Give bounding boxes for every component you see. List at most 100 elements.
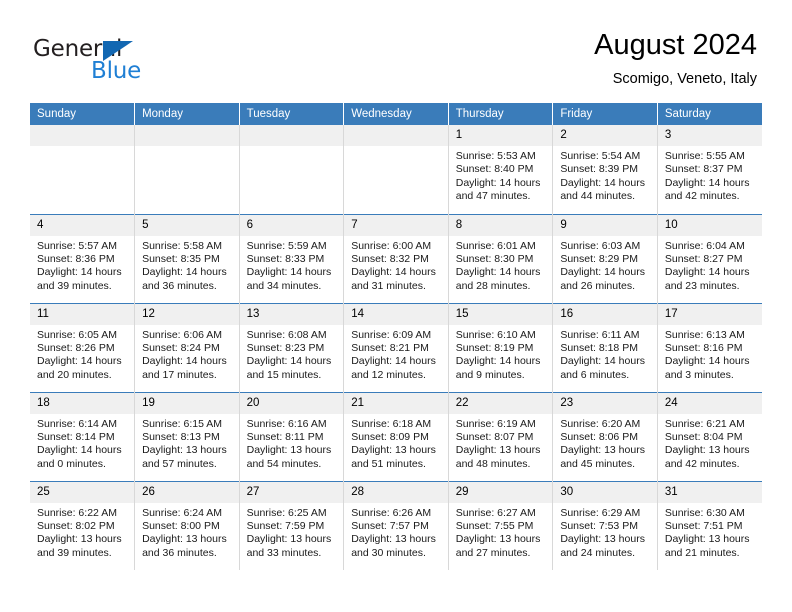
sunrise-text: Sunrise: 6:21 AM xyxy=(664,417,745,430)
calendar-day-cell[interactable]: 28 Sunrise: 6:26 AM Sunset: 7:57 PM Dayligh… xyxy=(343,480,449,570)
sunset-text: Sunset: 8:16 PM xyxy=(664,341,743,354)
calendar-day-cell[interactable]: 14 Sunrise: 6:09 AM Sunset: 8:21 PM Dayligh… xyxy=(343,302,449,392)
day-details: Sunrise: 6:27 AM Sunset: 7:55 PM Daylight:… xyxy=(449,503,553,561)
day-details: Sunrise: 6:13 AM Sunset: 8:16 PM Daylight:… xyxy=(658,325,762,383)
day-number: 16 xyxy=(553,303,657,325)
calendar-day-cell[interactable]: 9 Sunrise: 6:03 AM Sunset: 8:29 PM Daylight… xyxy=(552,213,658,303)
sunset-text: Sunset: 8:11 PM xyxy=(246,430,324,443)
day-number: 22 xyxy=(448,392,553,414)
day-details: Sunrise: 5:53 AM Sunset: 8:40 PM Daylight:… xyxy=(449,146,553,204)
day-number: 28 xyxy=(344,481,448,503)
calendar-day-cell[interactable]: 4 Sunrise: 5:57 AM Sunset: 8:36 PM Daylight… xyxy=(30,213,136,303)
calendar-day-cell[interactable]: 30 Sunrise: 6:29 AM Sunset: 7:53 PM Dayligh… xyxy=(552,480,658,570)
day-number: 1 xyxy=(448,125,553,146)
day-details: Sunrise: 6:30 AM Sunset: 7:51 PM Daylight:… xyxy=(658,503,762,561)
calendar-day-cell[interactable]: 11 Sunrise: 6:05 AM Sunset: 8:26 PM Dayligh… xyxy=(30,302,136,392)
sunset-text: Sunset: 8:36 PM xyxy=(37,252,115,265)
day-number: 4 xyxy=(30,214,135,236)
calendar-day-cell[interactable]: 12 Sunrise: 6:06 AM Sunset: 8:24 PM Dayligh… xyxy=(134,302,240,392)
calendar-day-cell[interactable]: 10 Sunrise: 6:04 AM Sunset: 8:27 PM Dayligh… xyxy=(657,213,762,303)
sunset-text: Sunset: 8:21 PM xyxy=(351,341,429,354)
daylight-text: Daylight: 14 hours and 47 minutes. xyxy=(455,176,541,203)
sunset-text: Sunset: 8:30 PM xyxy=(455,252,534,265)
sunset-text: Sunset: 8:35 PM xyxy=(142,252,220,265)
calendar-day-cell[interactable]: 27 Sunrise: 6:25 AM Sunset: 7:59 PM Dayligh… xyxy=(239,480,345,570)
calendar-day-cell[interactable]: 2 Sunrise: 5:54 AM Sunset: 8:39 PM Daylight… xyxy=(552,125,658,214)
sunset-text: Sunset: 8:07 PM xyxy=(455,430,534,443)
day-details: Sunrise: 6:01 AM Sunset: 8:30 PM Daylight:… xyxy=(449,236,553,294)
calendar-body: 1 Sunrise: 5:53 AM Sunset: 8:40 PM Daylight… xyxy=(30,125,762,570)
sunrise-text: Sunrise: 6:03 AM xyxy=(560,239,641,252)
day-number: 31 xyxy=(657,481,762,503)
calendar-day-cell[interactable]: 1 Sunrise: 5:53 AM Sunset: 8:40 PM Daylight… xyxy=(448,125,554,214)
calendar-day-cell[interactable]: 20 Sunrise: 6:16 AM Sunset: 8:11 PM Dayligh… xyxy=(239,391,345,481)
calendar-day-cell[interactable]: 24 Sunrise: 6:21 AM Sunset: 8:04 PM Dayligh… xyxy=(657,391,762,481)
day-details: Sunrise: 6:20 AM Sunset: 8:06 PM Daylight:… xyxy=(553,414,657,472)
daylight-text: Daylight: 13 hours and 27 minutes. xyxy=(455,533,541,559)
calendar-day-cell[interactable]: 15 Sunrise: 6:10 AM Sunset: 8:19 PM Dayligh… xyxy=(448,302,554,392)
calendar-day-cell[interactable]: 13 Sunrise: 6:08 AM Sunset: 8:23 PM Dayligh… xyxy=(239,302,345,392)
calendar-day-cell[interactable]: 3 Sunrise: 5:55 AM Sunset: 8:37 PM Daylight… xyxy=(657,125,762,214)
day-number: 20 xyxy=(239,392,344,414)
day-number: 6 xyxy=(239,214,344,236)
calendar-day-cell[interactable]: 17 Sunrise: 6:13 AM Sunset: 8:16 PM Dayligh… xyxy=(657,302,762,392)
day-details: Sunrise: 6:05 AM Sunset: 8:26 PM Daylight:… xyxy=(30,325,134,383)
page-header: General Blue August 2024 Scomigo, Veneto… xyxy=(0,0,792,103)
calendar-week-row: 11 Sunrise: 6:05 AM Sunset: 8:26 PM Dayligh… xyxy=(30,302,762,392)
daylight-text: Daylight: 13 hours and 30 minutes. xyxy=(351,533,436,559)
sunset-text: Sunset: 8:24 PM xyxy=(142,341,220,354)
calendar-day-cell[interactable]: 25 Sunrise: 6:22 AM Sunset: 8:02 PM Dayligh… xyxy=(30,480,136,570)
calendar-day-cell[interactable]: 6 Sunrise: 5:59 AM Sunset: 8:33 PM Daylight… xyxy=(239,213,345,303)
daylight-text: Daylight: 13 hours and 45 minutes. xyxy=(560,444,645,470)
day-number: 25 xyxy=(30,481,135,503)
day-details: Sunrise: 6:08 AM Sunset: 8:23 PM Daylight:… xyxy=(240,325,344,383)
weekday-header-sunday: Sunday xyxy=(30,103,136,125)
weekday-header-tuesday: Tuesday xyxy=(239,103,345,125)
sunrise-text: Sunrise: 6:20 AM xyxy=(560,417,641,430)
weekday-header-saturday: Saturday xyxy=(657,103,762,125)
day-number: 26 xyxy=(135,481,239,503)
calendar-day-cell[interactable]: 26 Sunrise: 6:24 AM Sunset: 8:00 PM Dayligh… xyxy=(134,480,240,570)
day-details: Sunrise: 5:58 AM Sunset: 8:35 PM Daylight:… xyxy=(135,236,239,294)
logo-text-blue: Blue xyxy=(91,58,142,84)
day-details: Sunrise: 5:59 AM Sunset: 8:33 PM Daylight:… xyxy=(240,236,344,294)
daylight-text: Daylight: 13 hours and 24 minutes. xyxy=(560,533,645,559)
calendar-day-cell[interactable]: 7 Sunrise: 6:00 AM Sunset: 8:32 PM Daylight… xyxy=(343,213,449,303)
calendar-day-cell[interactable]: 16 Sunrise: 6:11 AM Sunset: 8:18 PM Dayligh… xyxy=(552,302,658,392)
sunrise-text: Sunrise: 6:11 AM xyxy=(560,328,640,341)
sunrise-text: Sunrise: 5:59 AM xyxy=(246,239,327,252)
day-number: 11 xyxy=(30,303,135,325)
daylight-text: Daylight: 14 hours and 23 minutes. xyxy=(664,266,750,292)
sunrise-text: Sunrise: 6:16 AM xyxy=(246,417,327,430)
calendar-day-cell[interactable]: 29 Sunrise: 6:27 AM Sunset: 7:55 PM Dayligh… xyxy=(448,480,554,570)
daylight-text: Daylight: 14 hours and 28 minutes. xyxy=(455,266,541,292)
calendar-day-cell[interactable]: 8 Sunrise: 6:01 AM Sunset: 8:30 PM Daylight… xyxy=(448,213,554,303)
calendar-day-cell[interactable]: 22 Sunrise: 6:19 AM Sunset: 8:07 PM Dayligh… xyxy=(448,391,554,481)
calendar-week-row: 25 Sunrise: 6:22 AM Sunset: 8:02 PM Dayligh… xyxy=(30,480,762,570)
daylight-text: Daylight: 14 hours and 44 minutes. xyxy=(560,176,645,203)
day-number: 7 xyxy=(344,214,448,236)
general-blue-logo[interactable]: General Blue xyxy=(33,36,183,84)
day-number: 8 xyxy=(448,214,553,236)
daylight-text: Daylight: 14 hours and 9 minutes. xyxy=(455,355,541,381)
day-number: 19 xyxy=(135,392,239,414)
calendar-day-cell[interactable]: 18 Sunrise: 6:14 AM Sunset: 8:14 PM Dayligh… xyxy=(30,391,136,481)
calendar-day-cell[interactable]: 5 Sunrise: 5:58 AM Sunset: 8:35 PM Daylight… xyxy=(134,213,240,303)
day-details: Sunrise: 6:00 AM Sunset: 8:32 PM Daylight:… xyxy=(344,236,448,294)
day-details: Sunrise: 6:19 AM Sunset: 8:07 PM Daylight:… xyxy=(449,414,553,472)
sunset-text: Sunset: 8:27 PM xyxy=(664,252,743,265)
calendar-day-cell[interactable]: 19 Sunrise: 6:15 AM Sunset: 8:13 PM Dayligh… xyxy=(134,391,240,481)
sunrise-text: Sunrise: 6:13 AM xyxy=(664,328,745,341)
sunset-text: Sunset: 8:13 PM xyxy=(142,430,220,443)
sunrise-text: Sunrise: 5:53 AM xyxy=(455,150,536,162)
daylight-text: Daylight: 13 hours and 39 minutes. xyxy=(37,533,122,559)
calendar-day-cell[interactable]: 21 Sunrise: 6:18 AM Sunset: 8:09 PM Dayligh… xyxy=(343,391,449,481)
calendar-day-cell[interactable]: 31 Sunrise: 6:30 AM Sunset: 7:51 PM Dayligh… xyxy=(657,480,762,570)
sunrise-text: Sunrise: 6:27 AM xyxy=(455,506,536,519)
weekday-header-monday: Monday xyxy=(134,103,240,125)
day-details: Sunrise: 6:11 AM Sunset: 8:18 PM Daylight:… xyxy=(553,325,657,383)
daylight-text: Daylight: 13 hours and 54 minutes. xyxy=(246,444,332,470)
day-details: Sunrise: 6:14 AM Sunset: 8:14 PM Daylight:… xyxy=(30,414,134,472)
calendar-day-cell[interactable]: 23 Sunrise: 6:20 AM Sunset: 8:06 PM Dayligh… xyxy=(552,391,658,481)
day-number: 14 xyxy=(344,303,448,325)
